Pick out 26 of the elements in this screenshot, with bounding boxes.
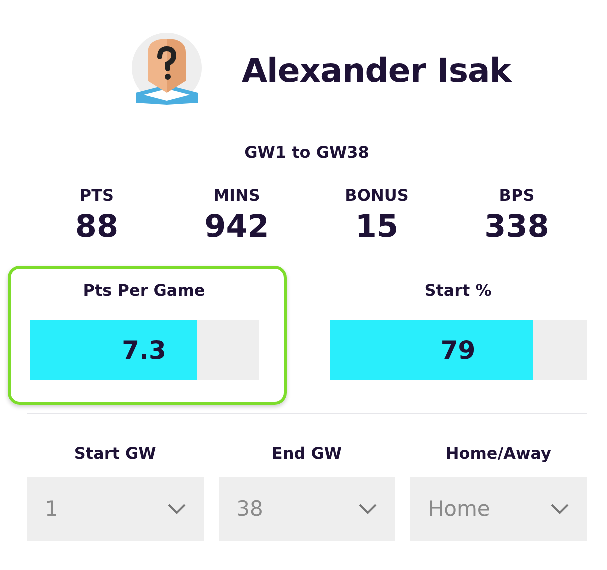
stat-value: 88 [75, 209, 119, 245]
player-name: Alexander Isak [242, 50, 512, 90]
meter-reading: 7.3 [122, 336, 166, 364]
avatar-icon [130, 33, 204, 107]
caret-icon [551, 504, 569, 514]
gameweek-range: GW1 to GW38 [244, 143, 370, 162]
dropdown[interactable]: 1 [27, 477, 204, 541]
stat-card[interactable]: Start % 79 [330, 269, 587, 405]
stat-label: PTS [80, 186, 114, 205]
stat-value: 942 [204, 209, 270, 245]
dropdown[interactable]: 38 [218, 477, 396, 541]
filter-label: Home/Away [446, 444, 552, 463]
caret-icon [168, 504, 186, 514]
stat-card[interactable]: Pts Per Game 7.3 [8, 266, 286, 405]
caret-icon [359, 504, 378, 514]
meter-reading: 79 [440, 336, 476, 364]
filter-label: End GW [272, 444, 342, 463]
stat-value: 15 [355, 209, 399, 245]
stat-label: BPS [499, 186, 535, 205]
filter-label: Start GW [74, 444, 156, 463]
stat-value: 338 [484, 209, 550, 245]
meter-label: Start % [424, 281, 492, 300]
stat-label: MINS [214, 186, 260, 205]
meter-label: Pts Per Game [83, 281, 206, 300]
stat-label: BONUS [345, 186, 409, 205]
dropdown[interactable]: Home [410, 477, 587, 541]
